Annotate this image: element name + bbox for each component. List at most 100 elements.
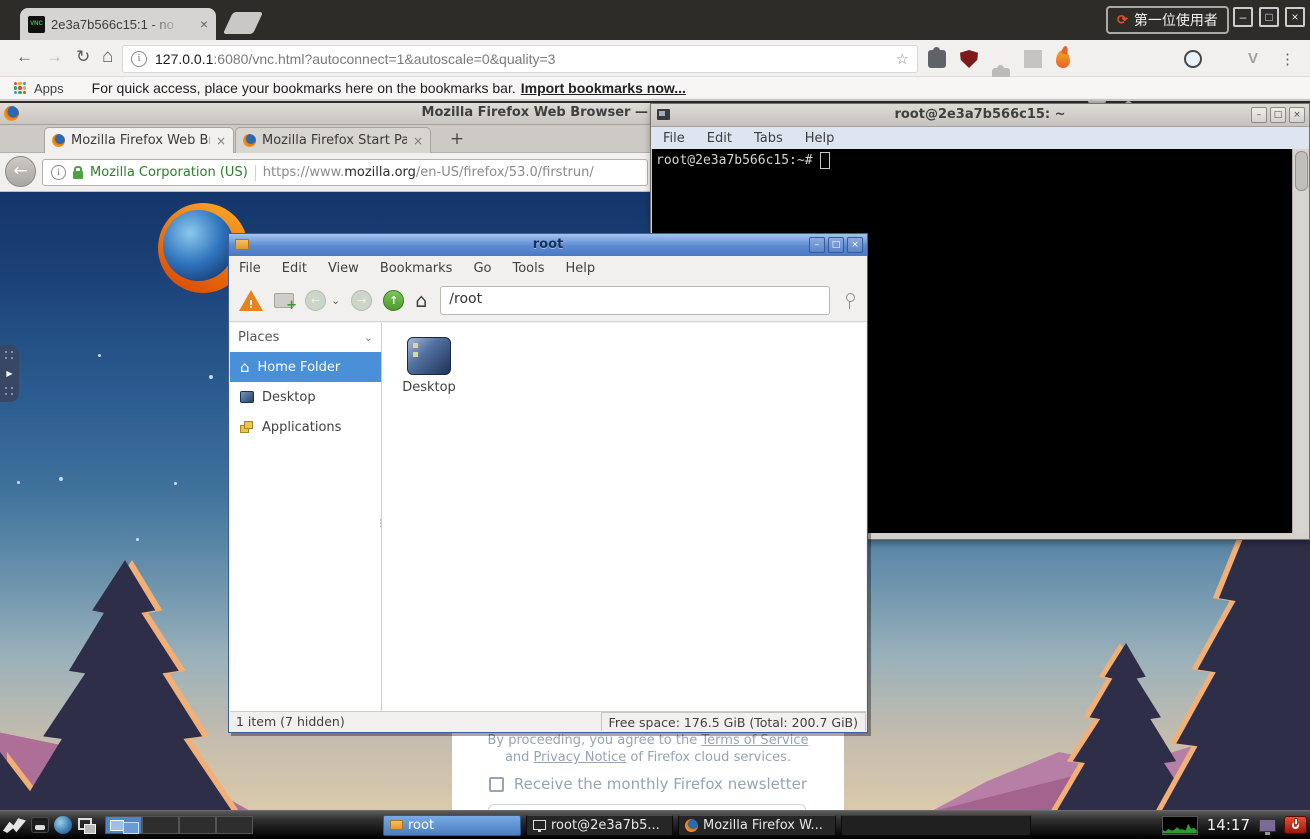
- path-input[interactable]: /root: [440, 286, 830, 315]
- up-icon[interactable]: ↑: [383, 290, 404, 311]
- menu-help[interactable]: Help: [566, 261, 596, 276]
- firefox-icon: [685, 819, 698, 832]
- scrollbar-thumb[interactable]: [1295, 151, 1308, 191]
- tab-close-icon[interactable]: ×: [216, 134, 226, 148]
- url-text[interactable]: https://www.mozilla.org/en-US/firefox/53…: [263, 165, 594, 180]
- firefox-window-title: Mozilla Firefox Web Browser —: [0, 105, 648, 120]
- tab-close-icon[interactable]: ×: [200, 17, 208, 31]
- terminal-minimize-button[interactable]: –: [1251, 107, 1267, 123]
- novnc-control-handle[interactable]: ▶: [0, 345, 19, 402]
- extension-puzzle-icon[interactable]: [928, 50, 946, 68]
- menu-bookmarks[interactable]: Bookmarks: [380, 261, 453, 276]
- url-domain: mozilla.org: [344, 165, 416, 180]
- terminal-close-button[interactable]: ×: [1289, 107, 1305, 123]
- forward-icon[interactable]: →: [351, 290, 372, 311]
- page-info-icon[interactable]: i: [131, 51, 147, 67]
- task-label: Mozilla Firefox W...: [703, 818, 823, 833]
- url-text[interactable]: 127.0.0.1:6080/vnc.html?autoconnect=1&au…: [155, 51, 555, 67]
- firefox-urlbar[interactable]: i Mozilla Corporation (US) https://www.m…: [42, 159, 648, 186]
- desktop-folder-icon: [407, 337, 451, 375]
- terminal-maximize-button[interactable]: □: [1270, 107, 1286, 123]
- location-pin-icon[interactable]: [843, 292, 857, 310]
- workspace-3[interactable]: [179, 816, 216, 834]
- free-space-status: Free space: 176.5 GiB (Total: 200.7 GiB): [601, 712, 866, 731]
- extension-grid-icon[interactable]: [1024, 50, 1042, 68]
- terms-text: By proceeding, you agree to the Terms of…: [482, 732, 814, 766]
- file-manager-launcher-icon[interactable]: [31, 817, 49, 833]
- file-manager-titlebar[interactable]: root – □ ×: [229, 234, 867, 256]
- terminal-titlebar[interactable]: root@2e3a7b566c15: ~ – □ ×: [651, 104, 1309, 127]
- apps-label[interactable]: Apps: [34, 81, 64, 96]
- new-tab-icon[interactable]: +: [274, 293, 294, 308]
- home-icon[interactable]: ⌂: [102, 47, 113, 67]
- menu-file[interactable]: File: [239, 261, 261, 276]
- menu-file[interactable]: File: [663, 131, 685, 146]
- violentmonkey-extension-icon[interactable]: V: [1248, 50, 1258, 68]
- omnibox[interactable]: i 127.0.0.1:6080/vnc.html?autoconnect=1&…: [122, 45, 918, 73]
- firefox-tab-inactive[interactable]: Mozilla Firefox Start Pag ×: [235, 127, 431, 153]
- apps-grid-icon[interactable]: [14, 82, 26, 94]
- forward-icon[interactable]: →: [46, 47, 63, 67]
- flame-extension-icon[interactable]: [1056, 50, 1070, 68]
- new-tab-button[interactable]: [223, 12, 263, 34]
- chat-bubble-extension-icon[interactable]: [1184, 50, 1202, 68]
- back-icon[interactable]: ←: [305, 290, 326, 311]
- terminal-scrollbar[interactable]: [1292, 149, 1308, 533]
- fm-maximize-button[interactable]: □: [828, 237, 844, 253]
- new-tab-icon[interactable]: +: [443, 130, 471, 150]
- terminal-menubar: File Edit Tabs Help: [651, 127, 1309, 150]
- fm-minimize-button[interactable]: –: [809, 237, 825, 253]
- workspace-1[interactable]: [105, 816, 142, 834]
- window-close-button[interactable]: ×: [1285, 7, 1305, 27]
- taskbar-button-root[interactable]: root: [383, 815, 521, 836]
- home-icon[interactable]: ⌂: [415, 291, 427, 311]
- workspace-4[interactable]: [216, 816, 253, 834]
- taskbar-button-firefox[interactable]: Mozilla Firefox W...: [678, 815, 836, 836]
- logout-power-button[interactable]: [1284, 816, 1307, 834]
- menu-help[interactable]: Help: [805, 131, 835, 146]
- menu-tabs[interactable]: Tabs: [754, 131, 783, 146]
- file-manager-title: root: [229, 234, 867, 255]
- history-chevron-icon[interactable]: ⌄: [331, 294, 340, 307]
- workspace-2[interactable]: [142, 816, 179, 834]
- privacy-notice-link[interactable]: Privacy Notice: [534, 750, 627, 765]
- app-menu-icon[interactable]: [3, 817, 26, 833]
- warning-icon[interactable]: !: [239, 290, 263, 311]
- menu-edit[interactable]: Edit: [282, 261, 307, 276]
- file-item-desktop[interactable]: Desktop: [396, 337, 462, 395]
- sidebar-item-applications[interactable]: Applications: [230, 412, 381, 442]
- taskbar-button-terminal[interactable]: root@2e3a7b5...: [526, 815, 673, 836]
- browser-launcher-icon[interactable]: [54, 816, 72, 834]
- vnc-favicon-icon: VNC: [28, 16, 45, 33]
- back-button[interactable]: ←: [5, 156, 36, 187]
- star-dot: [136, 538, 139, 541]
- reload-icon[interactable]: ↻: [76, 47, 90, 67]
- profile-badge[interactable]: ⟳ 第一位使用者: [1106, 6, 1229, 34]
- task-label: root@2e3a7b5...: [551, 818, 660, 833]
- terms-of-service-link[interactable]: Terms of Service: [701, 733, 808, 748]
- import-bookmarks-link[interactable]: Import bookmarks now...: [521, 80, 686, 96]
- sidebar-item-desktop[interactable]: Desktop: [230, 382, 381, 412]
- newsletter-checkbox[interactable]: [489, 777, 504, 792]
- menu-tools[interactable]: Tools: [512, 261, 544, 276]
- bookmark-star-icon[interactable]: ☆: [896, 50, 909, 68]
- window-minimize-button[interactable]: –: [1233, 7, 1253, 27]
- menu-edit[interactable]: Edit: [707, 131, 732, 146]
- menu-view[interactable]: View: [328, 261, 359, 276]
- screen-lock-icon[interactable]: [1259, 819, 1276, 832]
- file-list-area[interactable]: Desktop: [382, 323, 866, 712]
- pane-resize-handle[interactable]: ⋮: [376, 519, 386, 529]
- fm-close-button[interactable]: ×: [847, 237, 863, 253]
- chrome-tab[interactable]: VNC 2e3a7b566c15:1 - no ×: [20, 8, 216, 40]
- page-info-icon[interactable]: i: [51, 165, 66, 180]
- bookmarks-hint-text: For quick access, place your bookmarks h…: [92, 80, 516, 96]
- window-maximize-button[interactable]: □: [1259, 7, 1279, 27]
- tab-close-icon[interactable]: ×: [413, 134, 423, 148]
- menu-go[interactable]: Go: [473, 261, 491, 276]
- chrome-menu-icon[interactable]: ⋮: [1280, 50, 1295, 68]
- sidebar-item-home-folder[interactable]: ⌂ Home Folder: [230, 352, 381, 382]
- firefox-tab-active[interactable]: Mozilla Firefox Web Bro ×: [44, 127, 234, 153]
- back-icon[interactable]: ←: [16, 47, 33, 67]
- show-desktop-icon[interactable]: [77, 817, 96, 834]
- places-header[interactable]: Places ⌄: [230, 323, 381, 352]
